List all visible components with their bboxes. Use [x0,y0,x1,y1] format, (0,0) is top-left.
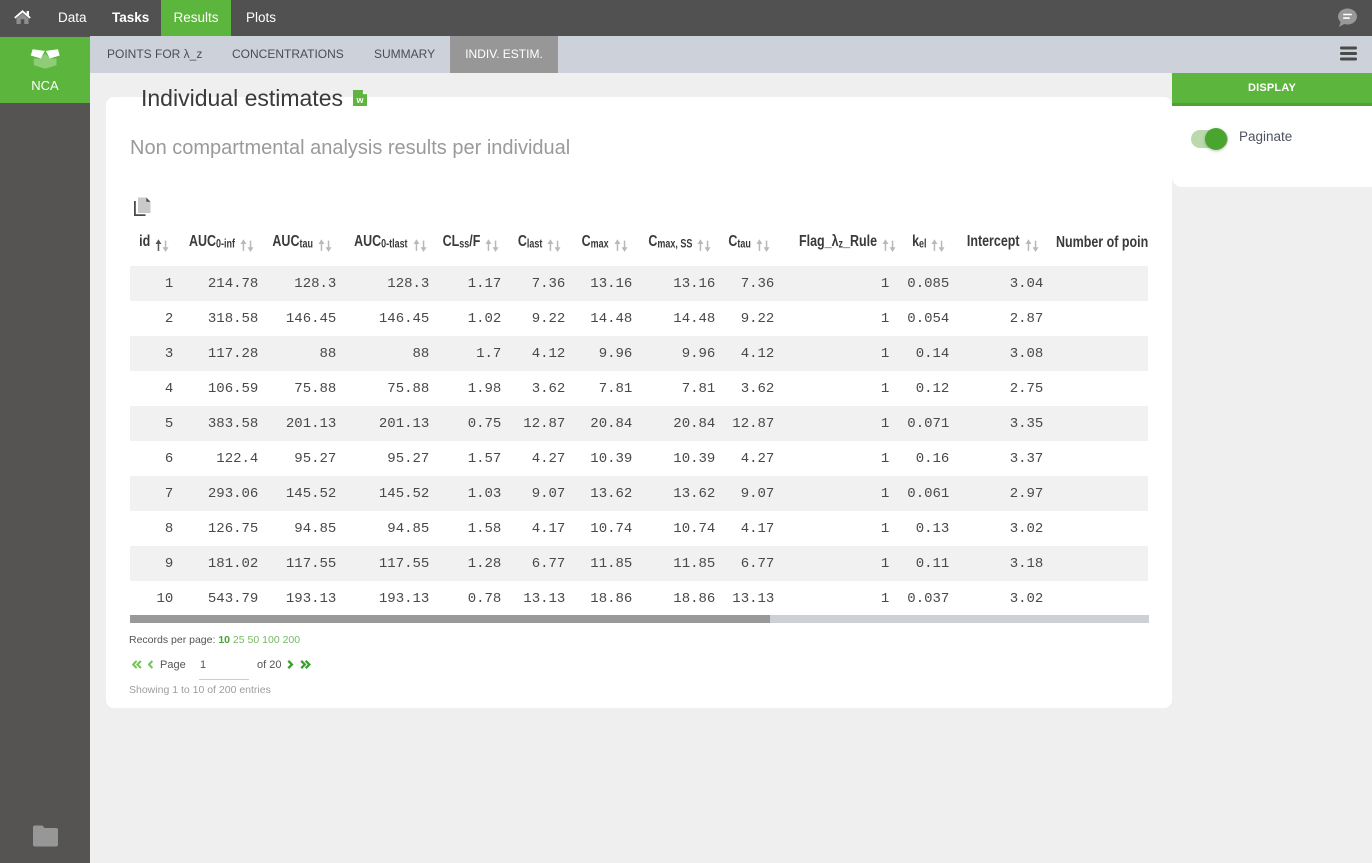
svg-text:w: w [355,95,364,105]
